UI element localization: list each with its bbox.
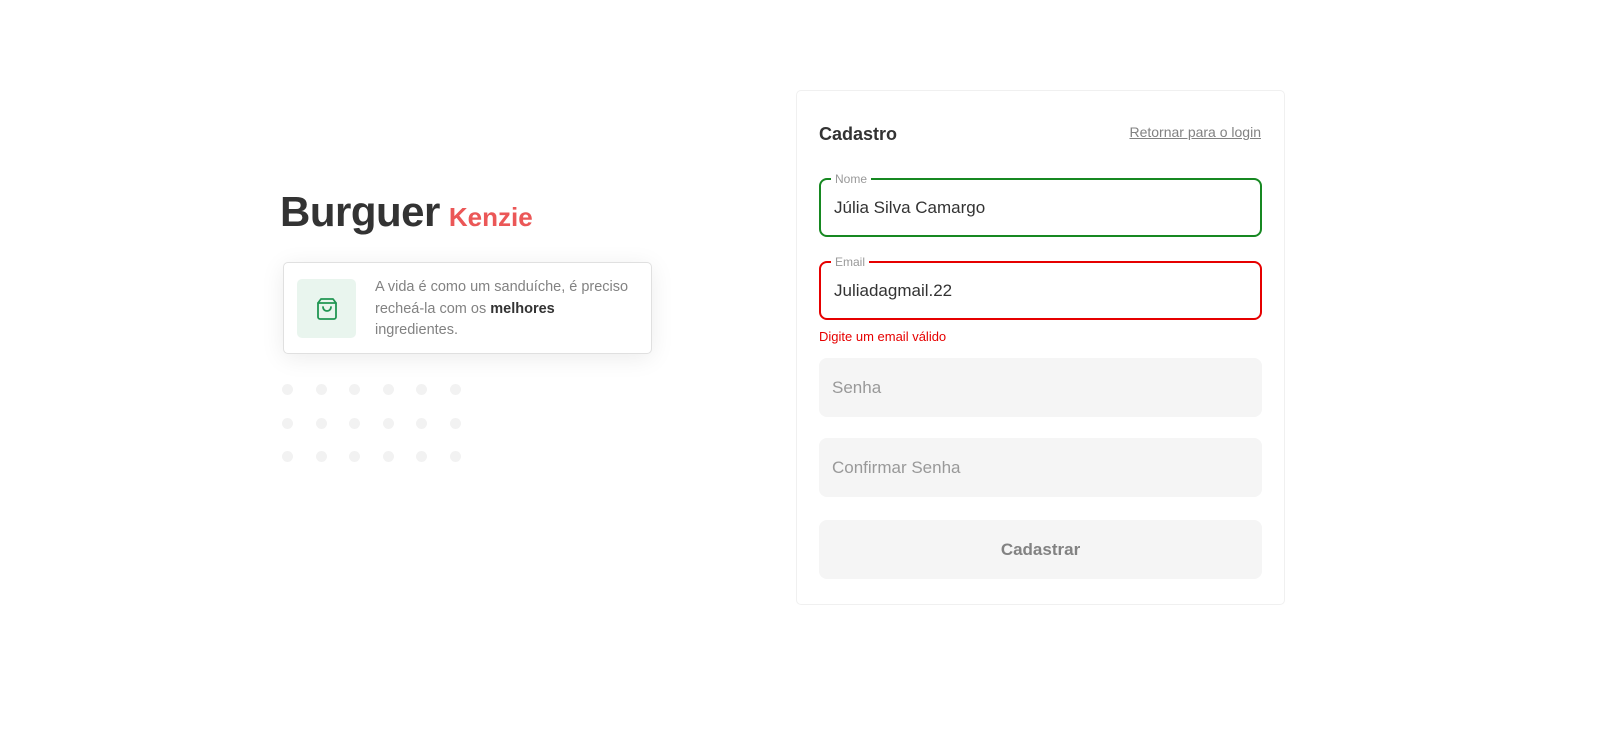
decorative-dot [416,451,428,463]
email-field: Email [819,254,1262,320]
register-form-card: Cadastro Retornar para o login Nome Emai… [796,90,1285,605]
decorative-dot [382,417,394,429]
decorative-dot [282,417,293,429]
email-input[interactable] [834,263,1247,318]
shopping-bag-icon-box [297,279,356,338]
decorative-dot [416,384,428,395]
decorative-dot [315,384,327,395]
shopping-bag-icon [316,297,337,320]
decorative-dot [349,451,361,463]
confirm-password-input[interactable] [832,438,1249,497]
decorative-dot [315,417,327,429]
decorative-dot [449,451,461,463]
back-to-login-link[interactable]: Retornar para o login [1129,124,1261,140]
form-title: Cadastro [819,124,898,144]
quote-text: A vida é como um sanduíche, é preciso re… [375,277,637,342]
decorative-dot [416,417,428,429]
decorative-dot [282,384,293,395]
decorative-dot [349,417,361,429]
email-error-message: Digite um email válido [819,329,947,344]
quote-card: A vida é como um sanduíche, é preciso re… [283,262,652,354]
name-field: Nome [819,171,1262,237]
decorative-dot [282,451,293,463]
quote-text-end: ingredientes. [375,322,459,338]
decorative-dot [382,451,394,463]
decorative-dot [449,384,461,395]
decorative-dot [315,451,327,463]
confirm-password-field [819,438,1262,497]
decorative-dot [449,417,461,429]
register-button[interactable]: Cadastrar [819,520,1262,579]
decorative-dot [382,384,394,395]
brand-name: Burguer [280,188,440,235]
brand-logo: Burguer Kenzie [280,188,533,236]
brand-accent: Kenzie [448,202,533,232]
decorative-dot [349,384,361,395]
quote-text-bold: melhores [490,300,555,317]
name-input[interactable] [834,180,1247,235]
password-field [819,358,1262,417]
password-input[interactable] [832,358,1249,417]
decorative-dots [282,384,472,463]
